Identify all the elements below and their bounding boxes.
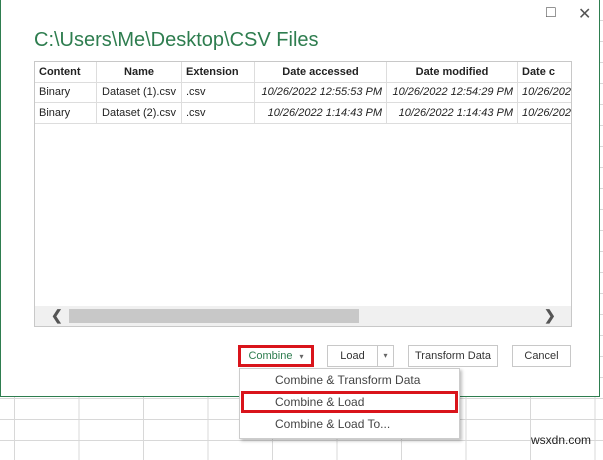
load-button[interactable]: Load (327, 345, 378, 367)
cell: Dataset (1).csv (97, 82, 182, 103)
column-header[interactable]: Date c (518, 62, 571, 83)
cancel-button[interactable]: Cancel (512, 345, 571, 367)
combine-dropdown-menu: Combine & Transform Data Combine & Load … (239, 368, 460, 439)
cell: 10/26/2022 1:14:43 PM (387, 103, 518, 124)
column-header[interactable]: Content (35, 62, 97, 83)
watermark: wsxdn.com (531, 433, 592, 447)
scroll-right-icon[interactable]: ❯ (544, 307, 556, 324)
chevron-down-icon: ▾ (299, 352, 304, 361)
column-header[interactable]: Date accessed (255, 62, 387, 83)
cell: .csv (182, 103, 255, 124)
table-row[interactable]: Binary Dataset (1).csv .csv 10/26/2022 1… (35, 82, 571, 103)
cell: 10/26/2022 12:55:53 PM (255, 82, 387, 103)
close-icon[interactable]: ✕ (578, 4, 591, 24)
column-header[interactable]: Name (97, 62, 182, 83)
column-header[interactable]: Date modified (387, 62, 518, 83)
combine-files-dialog: □ ✕ C:\Users\Me\Desktop\CSV Files Conten… (0, 0, 600, 397)
cell: Dataset (2).csv (97, 103, 182, 124)
cell: 10/26/202 (518, 82, 571, 103)
table-row[interactable]: Binary Dataset (2).csv .csv 10/26/2022 1… (35, 103, 571, 124)
combine-button[interactable]: Combine ▾ (238, 345, 314, 367)
scroll-left-icon[interactable]: ❮ (51, 307, 63, 324)
menu-item-combine-load[interactable]: Combine & Load (241, 391, 458, 413)
column-header[interactable]: Extension (182, 62, 255, 83)
scrollbar-thumb[interactable] (69, 309, 359, 323)
dialog-title: C:\Users\Me\Desktop\CSV Files (34, 29, 319, 51)
menu-item-combine-load-to[interactable]: Combine & Load To... (240, 413, 459, 435)
cell: 10/26/2022 12:54:29 PM (387, 82, 518, 103)
cell: 10/26/2022 1:14:43 PM (255, 103, 387, 124)
maximize-icon[interactable]: □ (546, 4, 556, 22)
table-header: Content Name Extension Date accessed Dat… (35, 62, 571, 83)
cell: .csv (182, 82, 255, 103)
combine-label: Combine (248, 350, 293, 362)
cell: Binary (35, 103, 97, 124)
files-table: Content Name Extension Date accessed Dat… (34, 61, 572, 327)
cell: Binary (35, 82, 97, 103)
cell: 10/26/202 (518, 103, 571, 124)
load-dropdown-button[interactable]: ▾ (377, 345, 394, 367)
menu-item-combine-transform[interactable]: Combine & Transform Data (240, 369, 459, 391)
transform-data-button[interactable]: Transform Data (408, 345, 498, 367)
horizontal-scrollbar[interactable]: ❮ ❯ (35, 306, 571, 326)
